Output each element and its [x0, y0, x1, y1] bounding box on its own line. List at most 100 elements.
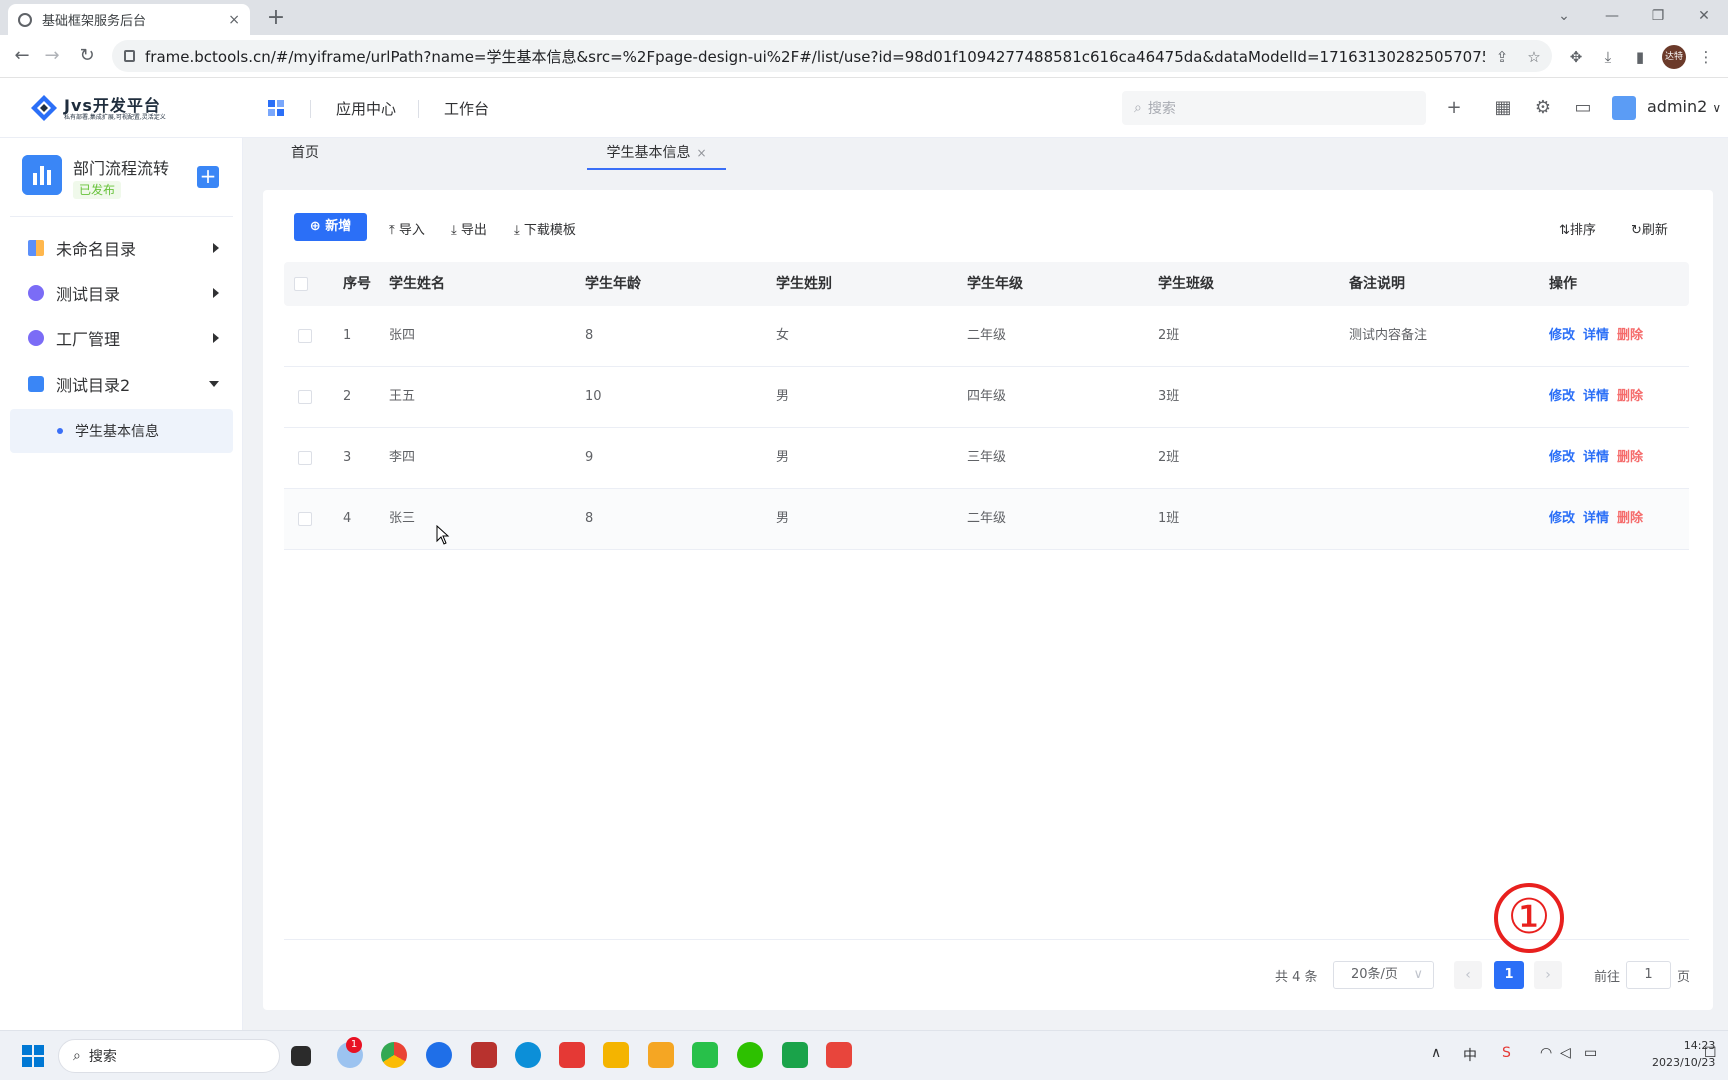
- delete-link[interactable]: 删除: [1617, 306, 1643, 366]
- delete-link[interactable]: 删除: [1617, 367, 1643, 427]
- forward-icon[interactable]: →: [37, 41, 67, 71]
- taskbar-search[interactable]: ⌕ 搜索: [58, 1039, 280, 1073]
- download-icon[interactable]: ⤓: [1595, 44, 1621, 70]
- import-label: 导入: [398, 223, 425, 238]
- prev-page-button[interactable]: ‹: [1454, 961, 1482, 989]
- detail-link[interactable]: 详情: [1583, 306, 1609, 366]
- sidebar-item-test2[interactable]: 测试目录2: [10, 362, 233, 406]
- cell: 1班: [1158, 511, 1180, 526]
- row-checkbox[interactable]: [298, 451, 312, 465]
- side-panel-icon[interactable]: ▮: [1627, 44, 1653, 70]
- app-icon[interactable]: [648, 1042, 674, 1068]
- detail-link[interactable]: 详情: [1583, 367, 1609, 427]
- app-icon[interactable]: [471, 1042, 497, 1068]
- sidebar-item-label: 测试目录2: [56, 376, 131, 395]
- camtasia-icon[interactable]: [782, 1042, 808, 1068]
- gear-icon[interactable]: ⚙: [1531, 96, 1555, 120]
- recorder-icon[interactable]: [826, 1042, 852, 1068]
- task-view-icon[interactable]: [291, 1046, 311, 1066]
- edit-link[interactable]: 修改: [1549, 489, 1575, 549]
- close-icon[interactable]: ×: [696, 146, 706, 160]
- message-icon[interactable]: ▭: [1571, 96, 1595, 120]
- address-bar-row: ← → ↻ frame.bctools.cn/#/myiframe/urlPat…: [0, 35, 1728, 78]
- apps-grid-icon[interactable]: ▦: [1491, 96, 1515, 120]
- extensions-icon[interactable]: ✥: [1563, 44, 1589, 70]
- select-all-checkbox[interactable]: [294, 277, 308, 291]
- tab-student-info[interactable]: 学生基本信息 ×: [587, 138, 726, 170]
- chevron-up-icon[interactable]: ∧: [1431, 1045, 1441, 1061]
- profile-avatar[interactable]: 达特: [1662, 45, 1686, 69]
- notification-badge: 1: [346, 1037, 362, 1053]
- sidebar-item-factory[interactable]: 工厂管理: [10, 316, 233, 360]
- user-avatar[interactable]: [1612, 96, 1636, 120]
- share-icon[interactable]: ⇪: [1489, 44, 1515, 70]
- notification-icon[interactable]: ☐: [1704, 1045, 1717, 1061]
- windows-start-icon[interactable]: [22, 1045, 44, 1067]
- file-explorer-icon[interactable]: [603, 1042, 629, 1068]
- username[interactable]: admin2 ∨: [1647, 97, 1721, 116]
- minimize-icon[interactable]: —: [1598, 4, 1626, 28]
- goto-page-input[interactable]: 1: [1626, 961, 1671, 989]
- close-tab-icon[interactable]: ×: [228, 12, 240, 28]
- restore-icon[interactable]: ❐: [1644, 4, 1672, 28]
- delete-link[interactable]: 删除: [1617, 489, 1643, 549]
- nav-app-center[interactable]: 应用中心: [336, 98, 396, 119]
- export-button[interactable]: ⤓ 导出: [451, 219, 487, 238]
- page-1-button[interactable]: 1: [1494, 961, 1524, 989]
- cell: 男: [776, 389, 790, 404]
- row-checkbox[interactable]: [298, 390, 312, 404]
- row-checkbox[interactable]: [298, 329, 312, 343]
- tab-search-icon[interactable]: ⌄: [1550, 4, 1578, 28]
- wechat-icon[interactable]: [737, 1042, 763, 1068]
- new-tab-button[interactable]: +: [262, 4, 290, 32]
- browser-tab[interactable]: 基础框架服务后台 ×: [8, 4, 250, 35]
- sort-button[interactable]: ⇅排序: [1559, 219, 1596, 238]
- nav-workbench[interactable]: 工作台: [444, 98, 489, 119]
- next-page-button[interactable]: ›: [1534, 961, 1562, 989]
- tab-home[interactable]: 首页: [291, 138, 319, 170]
- add-button[interactable]: ⊕ 新增: [294, 213, 367, 241]
- close-window-icon[interactable]: ✕: [1690, 4, 1718, 28]
- edit-link[interactable]: 修改: [1549, 367, 1575, 427]
- back-icon[interactable]: ←: [7, 41, 37, 71]
- sidebar-item-unnamed[interactable]: 未命名目录: [10, 226, 233, 270]
- cell: 2班: [1158, 450, 1180, 465]
- download-template-button[interactable]: ⤓ 下载模板: [514, 219, 576, 238]
- url-text: frame.bctools.cn/#/myiframe/urlPath?name…: [145, 47, 1485, 66]
- wifi-icon[interactable]: ◠: [1540, 1045, 1552, 1061]
- header-search-input[interactable]: ⌕ 搜索: [1122, 91, 1426, 125]
- plus-icon[interactable]: +: [1442, 96, 1466, 120]
- refresh-label: 刷新: [1641, 223, 1668, 238]
- feishu-icon[interactable]: [426, 1042, 452, 1068]
- add-menu-button[interactable]: +: [197, 166, 219, 188]
- refresh-button[interactable]: ↻刷新: [1631, 219, 1668, 238]
- chrome-icon[interactable]: [381, 1042, 407, 1068]
- row-checkbox[interactable]: [298, 512, 312, 526]
- import-button[interactable]: ⤒ 导入: [389, 219, 425, 238]
- app-grid-icon[interactable]: [268, 100, 284, 116]
- bookmark-star-icon[interactable]: ☆: [1521, 44, 1547, 70]
- notes-icon[interactable]: [692, 1042, 718, 1068]
- edit-link[interactable]: 修改: [1549, 428, 1575, 488]
- browser-tab-strip: 基础框架服务后台 × + ⌄ — ❐ ✕: [0, 0, 1728, 35]
- col-header: 学生姓名: [389, 276, 445, 292]
- volume-icon[interactable]: ◁: [1560, 1045, 1571, 1061]
- browser-menu-icon[interactable]: ⋮: [1693, 44, 1719, 70]
- ime-indicator[interactable]: 中: [1463, 1045, 1477, 1065]
- edge-icon[interactable]: [515, 1042, 541, 1068]
- logo[interactable]: Jvs开发平台 私有部署,集成扩展,可视配置,灵活定义: [30, 90, 210, 126]
- sogou-icon[interactable]: S: [1502, 1045, 1511, 1061]
- reload-icon[interactable]: ↻: [72, 41, 102, 71]
- delete-link[interactable]: 删除: [1617, 428, 1643, 488]
- edit-link[interactable]: 修改: [1549, 306, 1575, 366]
- battery-icon[interactable]: ▭: [1584, 1045, 1597, 1061]
- detail-link[interactable]: 详情: [1583, 489, 1609, 549]
- sidebar-item-test[interactable]: 测试目录: [10, 271, 233, 315]
- sidebar-subitem-student-info[interactable]: 学生基本信息: [10, 409, 233, 453]
- page-size-select[interactable]: 20条/页 ∨: [1333, 961, 1434, 989]
- export-label: 导出: [460, 223, 487, 238]
- sidebar-item-label: 工厂管理: [56, 330, 121, 349]
- detail-link[interactable]: 详情: [1583, 428, 1609, 488]
- url-bar[interactable]: frame.bctools.cn/#/myiframe/urlPath?name…: [112, 40, 1552, 72]
- wps-icon[interactable]: [559, 1042, 585, 1068]
